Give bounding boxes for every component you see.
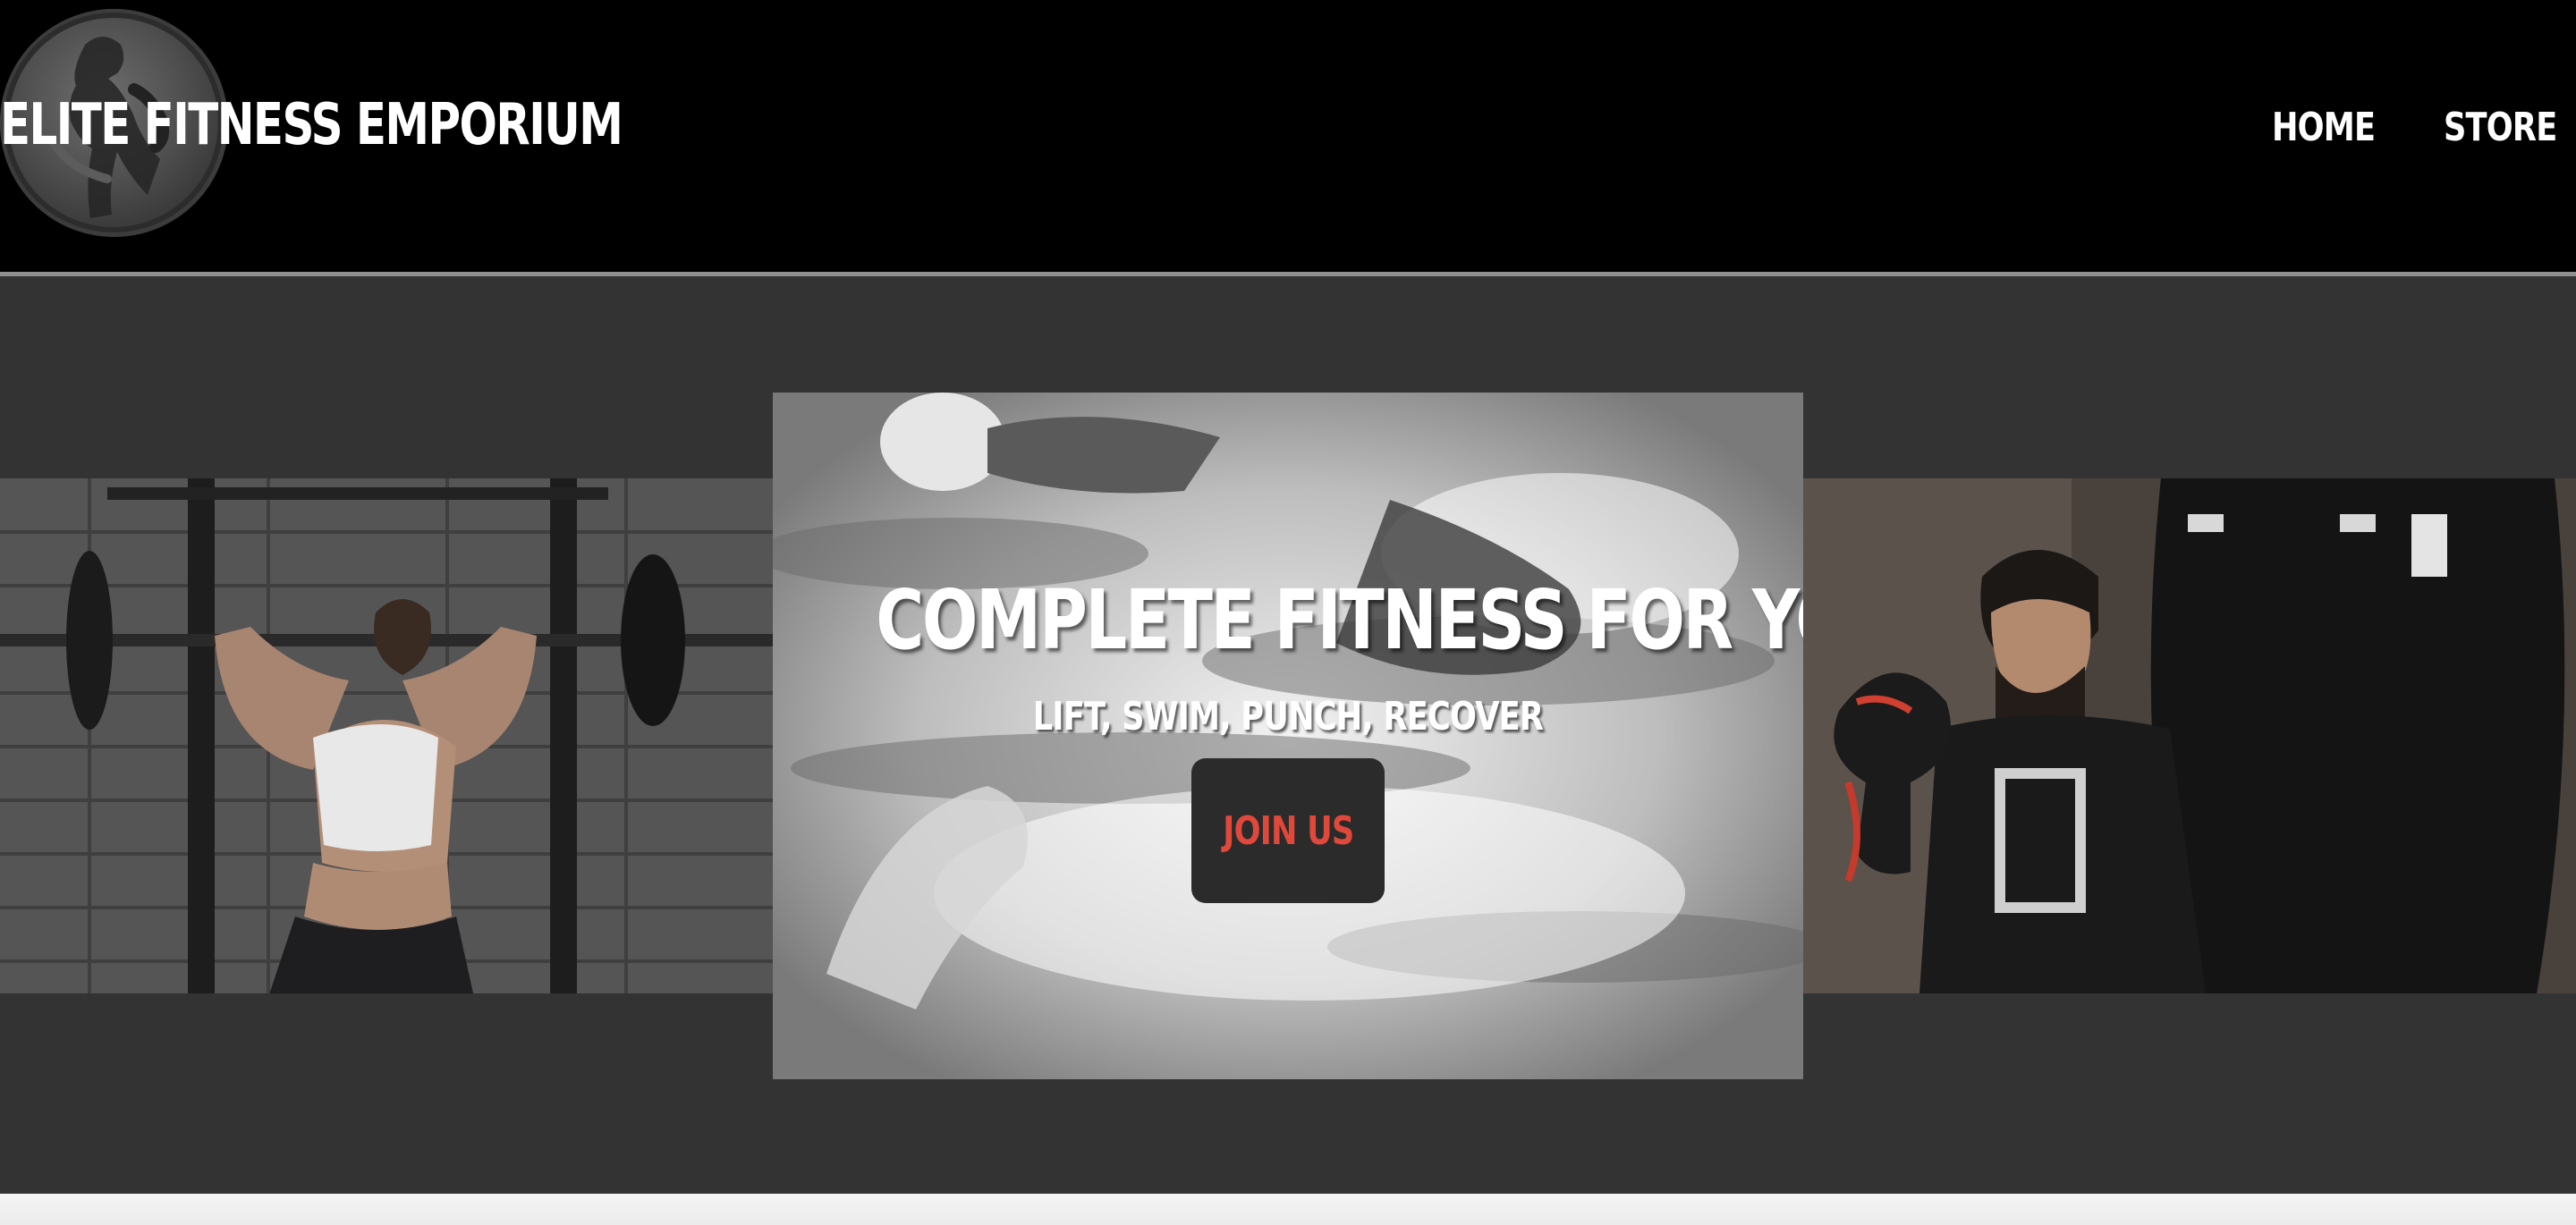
- join-us-label: JOIN US: [1222, 807, 1354, 854]
- swimmers-image: COMPLETE FITNESS FOR YOU LIFT, SWIM, PUN…: [773, 393, 1803, 1079]
- page-bottom-strip: [0, 1194, 2576, 1225]
- nav-home-link[interactable]: HOME: [2272, 97, 2376, 159]
- hero-title: COMPLETE FITNESS FOR YOU: [876, 572, 1803, 668]
- hero-section: COMPLETE FITNESS FOR YOU LIFT, SWIM, PUN…: [0, 276, 2576, 1194]
- join-us-button[interactable]: JOIN US: [1191, 758, 1385, 903]
- brand-title[interactable]: ELITE FITNESS EMPORIUM: [0, 82, 623, 168]
- weightlifter-image: [0, 478, 773, 993]
- boxer-image: [1803, 478, 2576, 993]
- hero-subtitle: LIFT, SWIM, PUNCH, RECOVER: [1032, 694, 1544, 739]
- nav-store-link[interactable]: STORE: [2444, 97, 2557, 159]
- site-header: ELITE FITNESS EMPORIUM HOME STORE: [0, 0, 2576, 272]
